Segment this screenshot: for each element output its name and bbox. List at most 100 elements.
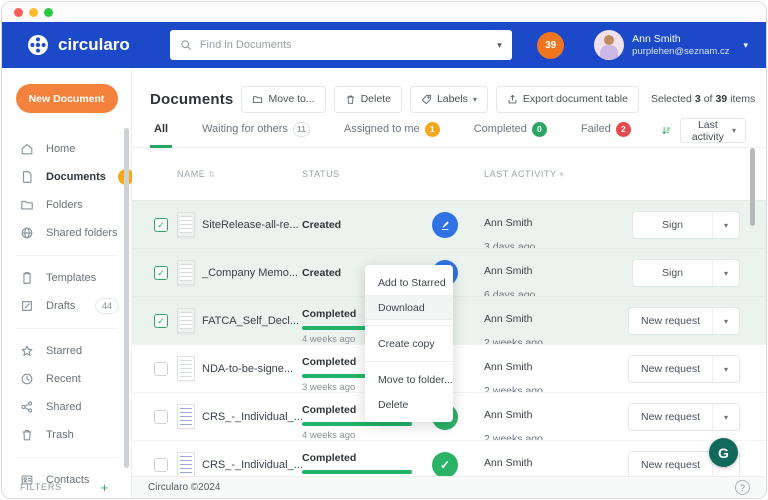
table-row[interactable]: ✓ SiteRelease-all-re... Created Ann Smit… bbox=[132, 200, 766, 248]
row-context-menu: Add to Starred Download Create copy Move… bbox=[365, 265, 453, 422]
close-window-button[interactable] bbox=[14, 8, 23, 17]
tab-assigned-to-me[interactable]: Assigned to me 1 bbox=[340, 114, 444, 148]
row-checkbox-unchecked[interactable] bbox=[154, 362, 168, 376]
signature-status-icon bbox=[432, 212, 458, 238]
add-filter-icon[interactable]: + bbox=[101, 480, 109, 495]
action-caret-icon[interactable]: ▾ bbox=[713, 404, 739, 430]
document-thumbnail bbox=[177, 308, 195, 333]
total-count: 39 bbox=[715, 93, 727, 105]
new-request-button[interactable]: New request bbox=[629, 404, 713, 430]
sidebar-item-starred[interactable]: Starred bbox=[2, 337, 131, 365]
row-checkbox-checked[interactable]: ✓ bbox=[154, 266, 168, 280]
menu-item-delete[interactable]: Delete bbox=[365, 392, 453, 417]
user-menu-caret-icon[interactable]: ▾ bbox=[743, 40, 748, 51]
tab-label: Assigned to me bbox=[344, 123, 420, 135]
sidebar-item-shared-folders[interactable]: Shared folders bbox=[2, 219, 131, 247]
completed-check-icon: ✓ bbox=[432, 452, 458, 478]
menu-item-add-to-starred[interactable]: Add to Starred bbox=[365, 270, 453, 295]
sidebar-divider bbox=[16, 328, 118, 329]
tab-waiting-for-others[interactable]: Waiting for others 11 bbox=[198, 114, 314, 148]
menu-item-download[interactable]: Download bbox=[365, 295, 453, 320]
document-name[interactable]: SiteRelease-all-re... bbox=[202, 219, 304, 231]
search-scope-caret-icon[interactable]: ▾ bbox=[497, 40, 502, 51]
document-name[interactable]: FATCA_Self_Decl... bbox=[202, 315, 304, 327]
filters-label: FILTERS bbox=[20, 482, 62, 492]
sidebar-item-trash[interactable]: Trash bbox=[2, 421, 131, 449]
row-checkbox-unchecked[interactable] bbox=[154, 410, 168, 424]
action-caret-icon[interactable]: ▾ bbox=[713, 308, 739, 334]
table-scrollbar[interactable] bbox=[750, 148, 755, 226]
row-checkbox-checked[interactable]: ✓ bbox=[154, 314, 168, 328]
search-input[interactable] bbox=[200, 39, 489, 51]
new-request-button[interactable]: New request bbox=[629, 452, 713, 478]
sidebar-item-templates[interactable]: Templates bbox=[2, 264, 131, 292]
export-document-table-button[interactable]: Export document table bbox=[496, 86, 639, 113]
sidebar-item-label: Templates bbox=[46, 272, 96, 284]
delete-button[interactable]: Delete bbox=[334, 86, 402, 113]
sign-button[interactable]: Sign bbox=[633, 260, 713, 286]
row-checkbox-checked[interactable]: ✓ bbox=[154, 218, 168, 232]
menu-item-create-copy[interactable]: Create copy bbox=[365, 331, 453, 356]
sidebar-scrollbar[interactable] bbox=[124, 128, 129, 468]
sort-by-button[interactable]: Last activity ▾ bbox=[680, 118, 746, 143]
tab-badge: 11 bbox=[293, 122, 310, 137]
document-name[interactable]: NDA-to-be-signe... bbox=[202, 363, 304, 375]
sidebar-divider bbox=[16, 255, 118, 256]
selection-summary: Selected 3 of 39 items bbox=[651, 93, 755, 105]
sort-direction-icon[interactable] bbox=[661, 124, 671, 137]
action-caret-icon[interactable]: ▾ bbox=[713, 356, 739, 382]
template-icon bbox=[20, 271, 34, 285]
circularo-logo-icon bbox=[26, 33, 50, 57]
sidebar-item-label: Folders bbox=[46, 199, 83, 211]
sidebar-item-documents[interactable]: Documents 3 bbox=[2, 163, 131, 191]
document-name[interactable]: _Company Memo... bbox=[202, 267, 304, 279]
move-to-button[interactable]: Move to... bbox=[241, 86, 325, 113]
actor-name: Ann Smith bbox=[484, 217, 532, 229]
column-header-status[interactable]: STATUS bbox=[302, 169, 340, 179]
tab-badge: 1 bbox=[425, 122, 440, 137]
row-checkbox-unchecked[interactable] bbox=[154, 458, 168, 472]
help-button[interactable]: ? bbox=[735, 480, 750, 495]
filters-section[interactable]: FILTERS + bbox=[2, 474, 123, 499]
tab-label: Completed bbox=[474, 123, 527, 135]
sidebar-item-shared[interactable]: Shared bbox=[2, 393, 131, 421]
drafts-count: 44 bbox=[95, 298, 119, 314]
actor-name: Ann Smith bbox=[484, 409, 532, 421]
zoom-window-button[interactable] bbox=[44, 8, 53, 17]
action-caret-icon[interactable]: ▾ bbox=[713, 260, 739, 286]
sidebar-item-home[interactable]: Home bbox=[2, 135, 131, 163]
new-request-button[interactable]: New request bbox=[629, 308, 713, 334]
document-name[interactable]: CRS_-_Individual_... bbox=[202, 459, 304, 471]
column-header-last-activity[interactable]: LAST ACTIVITY▾ bbox=[484, 169, 564, 179]
footer: Circularo ©2024 ? bbox=[132, 476, 766, 498]
tab-failed[interactable]: Failed 2 bbox=[577, 114, 635, 148]
sidebar-item-label: Recent bbox=[46, 373, 81, 385]
grammarly-icon[interactable]: G bbox=[709, 438, 738, 467]
labels-button[interactable]: Labels ▾ bbox=[410, 86, 488, 113]
column-header-name[interactable]: NAME⇅ bbox=[177, 169, 216, 179]
sidebar-item-folders[interactable]: Folders bbox=[2, 191, 131, 219]
sidebar-item-recent[interactable]: Recent bbox=[2, 365, 131, 393]
selected-count: 3 bbox=[695, 93, 701, 105]
user-avatar[interactable] bbox=[594, 30, 624, 60]
star-icon bbox=[20, 344, 34, 358]
menu-item-move-to-folder[interactable]: Move to folder... bbox=[365, 367, 453, 392]
actor-name: Ann Smith bbox=[484, 313, 532, 325]
tab-label: All bbox=[154, 123, 168, 135]
new-document-button[interactable]: New Document bbox=[16, 84, 118, 113]
tab-completed[interactable]: Completed 0 bbox=[470, 114, 551, 148]
document-name[interactable]: CRS_-_Individual_... bbox=[202, 411, 304, 423]
sidebar-item-drafts[interactable]: Drafts 44 bbox=[2, 292, 131, 320]
search-icon bbox=[180, 39, 192, 51]
sign-button[interactable]: Sign bbox=[633, 212, 713, 238]
sidebar-item-label: Shared folders bbox=[46, 227, 118, 239]
action-caret-icon[interactable]: ▾ bbox=[713, 212, 739, 238]
minimize-window-button[interactable] bbox=[29, 8, 38, 17]
tab-all[interactable]: All bbox=[150, 114, 172, 148]
notification-badge[interactable]: 39 bbox=[537, 32, 564, 59]
brand-logo[interactable]: circularo bbox=[26, 33, 130, 57]
new-request-button[interactable]: New request bbox=[629, 356, 713, 382]
status-label: Completed bbox=[302, 404, 356, 416]
search-box[interactable]: ▾ bbox=[170, 30, 512, 60]
sidebar-item-label: Shared bbox=[46, 401, 81, 413]
